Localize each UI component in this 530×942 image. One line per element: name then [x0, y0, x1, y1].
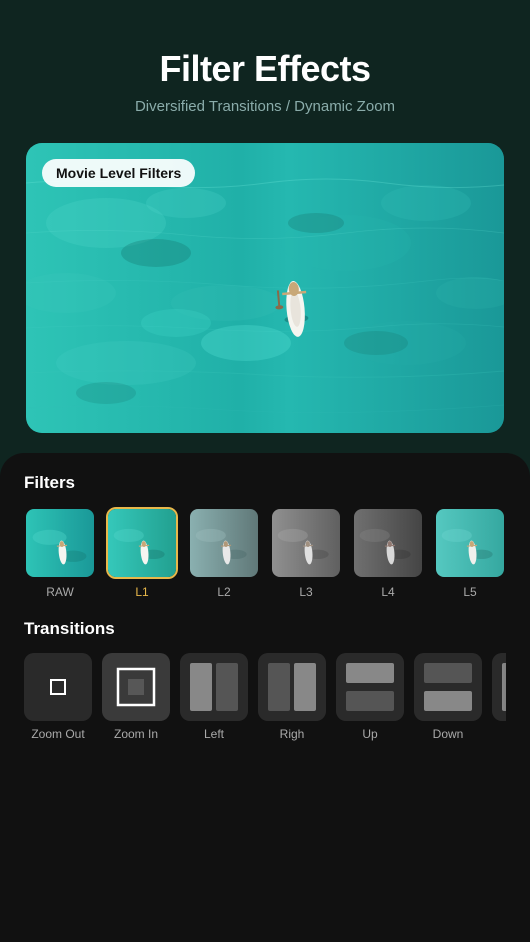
filter-thumb-l3 [270, 507, 342, 579]
page-title: Filter Effects [135, 48, 395, 90]
filter-item-l5[interactable]: L5 [434, 507, 506, 599]
transition-label-zoom-out: Zoom Out [31, 727, 84, 741]
filter-label-l1: L1 [135, 585, 148, 599]
preview-image: Movie Level Filters [26, 143, 504, 433]
movie-level-label: Movie Level Filters [42, 159, 195, 187]
transition-thumb-left [180, 653, 248, 721]
transition-thumb-dissolve [492, 653, 506, 721]
transition-label-zoom-in: Zoom In [114, 727, 158, 741]
filters-section-title: Filters [24, 473, 506, 493]
transition-thumb-down [414, 653, 482, 721]
transition-item-dissolve[interactable]: Dis... [492, 653, 506, 741]
filter-row: RAW [24, 507, 506, 599]
preview-container: Movie Level Filters [26, 143, 504, 433]
transition-item-left[interactable]: Left [180, 653, 248, 741]
filter-thumb-l4 [352, 507, 424, 579]
transitions-section: Transitions Zoom Out [24, 619, 506, 741]
transition-item-zoom-in[interactable]: Zoom In [102, 653, 170, 741]
filter-label-l4: L4 [381, 585, 394, 599]
transition-thumb-zoom-in [102, 653, 170, 721]
page-container: Filter Effects Diversified Transitions /… [0, 0, 530, 942]
transition-item-down[interactable]: Down [414, 653, 482, 741]
transition-item-up[interactable]: Up [336, 653, 404, 741]
transition-thumb-right [258, 653, 326, 721]
filter-item-l2[interactable]: L2 [188, 507, 260, 599]
filter-label-raw: RAW [46, 585, 74, 599]
bottom-panel: Filters [0, 453, 530, 942]
transition-item-zoom-out[interactable]: Zoom Out [24, 653, 92, 741]
filter-item-raw[interactable]: RAW [24, 507, 96, 599]
transition-label-up: Up [362, 727, 377, 741]
filter-label-l3: L3 [299, 585, 312, 599]
transition-label-right: Righ [280, 727, 305, 741]
filter-label-l5: L5 [463, 585, 476, 599]
filter-label-l2: L2 [217, 585, 230, 599]
transitions-section-title: Transitions [24, 619, 506, 639]
filter-item-l4[interactable]: L4 [352, 507, 424, 599]
header: Filter Effects Diversified Transitions /… [135, 0, 395, 115]
transition-item-right[interactable]: Righ [258, 653, 326, 741]
transition-thumb-up [336, 653, 404, 721]
filter-thumb-l1 [106, 507, 178, 579]
filter-thumb-raw [24, 507, 96, 579]
filter-thumb-l2 [188, 507, 260, 579]
filter-thumb-l5 [434, 507, 506, 579]
transition-label-left: Left [204, 727, 224, 741]
page-subtitle: Diversified Transitions / Dynamic Zoom [135, 98, 395, 115]
filter-item-l1[interactable]: L1 [106, 507, 178, 599]
transition-row: Zoom Out Zoom In [24, 653, 506, 741]
filter-item-l3[interactable]: L3 [270, 507, 342, 599]
transition-label-down: Down [433, 727, 464, 741]
transition-thumb-zoom-out [24, 653, 92, 721]
